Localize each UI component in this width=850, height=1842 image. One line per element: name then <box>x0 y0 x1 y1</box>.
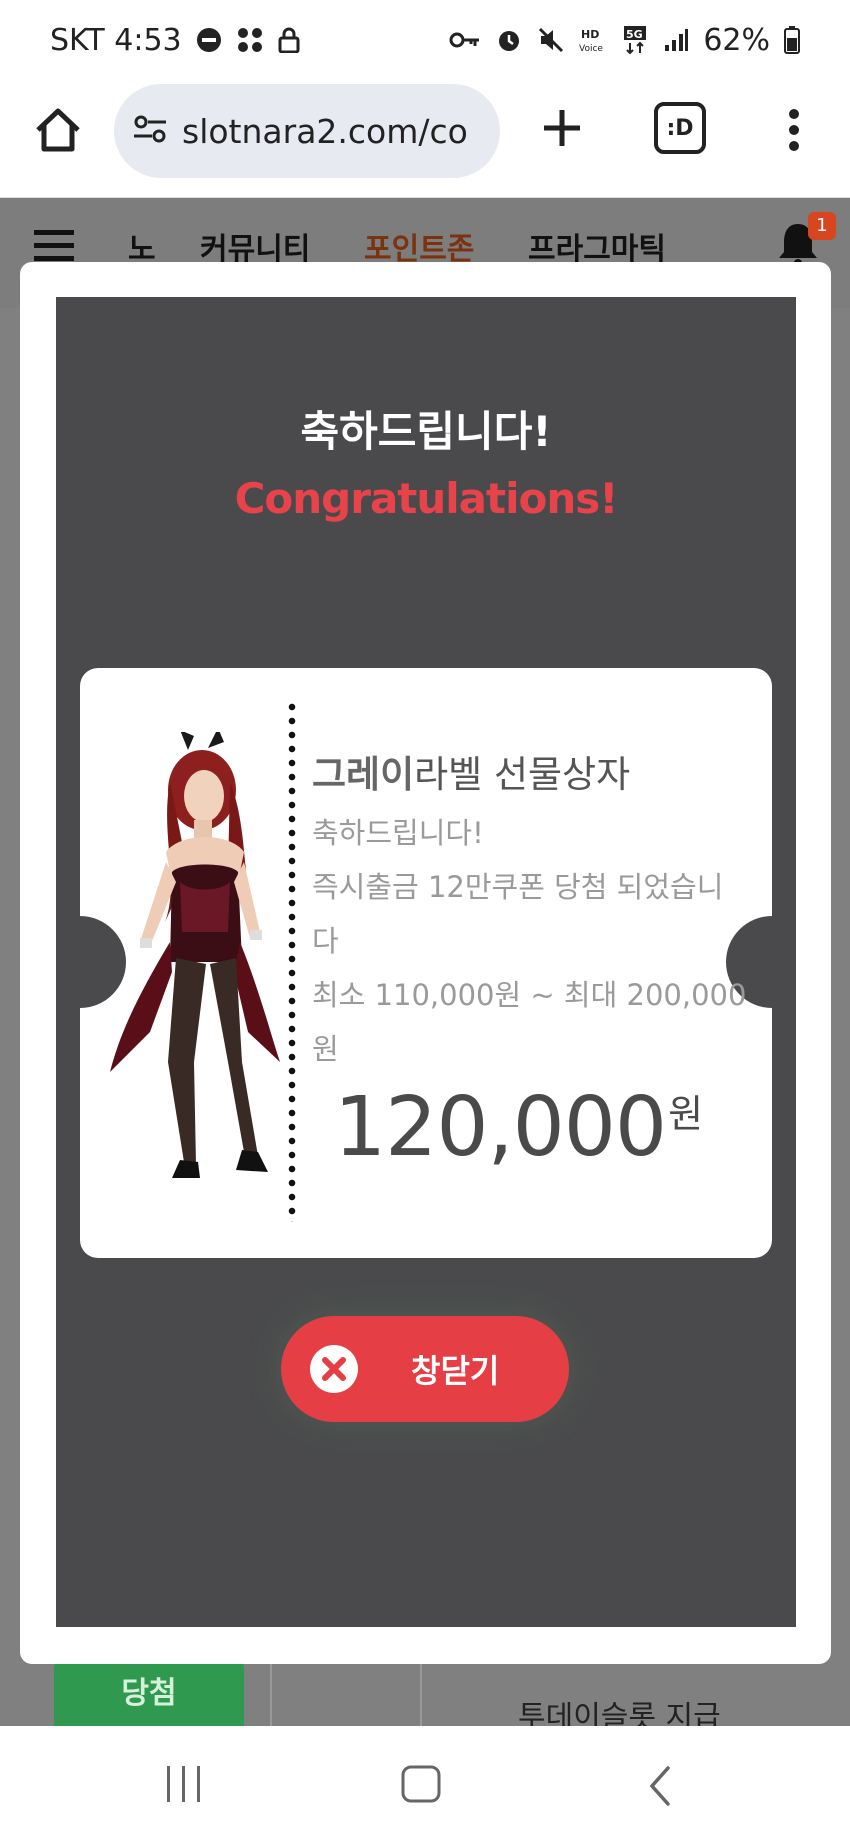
browser-toolbar: slotnara2.com/co :D <box>0 80 850 198</box>
coupon-message-line: 다 <box>312 924 339 958</box>
key-icon <box>449 30 481 50</box>
modal-title-english: Congratulations! <box>234 474 619 523</box>
character-illustration <box>110 728 310 1192</box>
alarm-icon <box>495 26 523 54</box>
close-modal-button[interactable]: 창닫기 <box>281 1316 569 1422</box>
recents-icon[interactable] <box>164 1766 204 1802</box>
notification-badge: 1 <box>808 212 836 240</box>
coupon-amount-value: 120,000 <box>334 1080 667 1175</box>
battery-icon <box>784 26 800 54</box>
dnd-icon <box>196 27 222 53</box>
mute-icon <box>537 26 565 54</box>
address-bar[interactable]: slotnara2.com/co <box>114 84 500 178</box>
coupon-range-line: 최소 110,000원 ~ 최대 200,000 <box>312 978 747 1012</box>
coupon-message-line: 즉시출금 12만쿠폰 당첨 되었습니 <box>312 870 724 904</box>
coupon-title-rest: 라벨 선물상자 <box>414 753 631 796</box>
svg-text:HD: HD <box>581 28 599 41</box>
coupon-amount: 120,000원 <box>334 1080 703 1175</box>
tab-switcher-button[interactable]: :D <box>654 102 706 154</box>
coupon-amount-unit: 원 <box>668 1091 703 1136</box>
battery-percent: 62% <box>703 22 770 58</box>
system-nav-bar <box>0 1726 850 1842</box>
hd-voice-icon: HD Voice <box>579 26 609 54</box>
network-5g-icon: 5G <box>623 25 649 55</box>
url-text: slotnara2.com/co <box>182 111 468 151</box>
hamburger-menu-icon[interactable] <box>34 228 74 264</box>
back-icon[interactable] <box>646 1764 674 1808</box>
coupon-message-line: 축하드립니다! <box>312 816 484 850</box>
app-notification-icon <box>236 27 264 53</box>
svg-text:Voice: Voice <box>579 44 603 54</box>
coupon-range-line: 원 <box>312 1032 339 1066</box>
lock-icon <box>278 27 300 53</box>
modal-title-korean: 축하드립니다! <box>300 407 552 456</box>
coupon-title: 그레이라벨 선물상자 <box>312 744 630 798</box>
coupon-title-highlight: 그레이 <box>312 753 415 796</box>
svg-text:5G: 5G <box>626 28 643 41</box>
more-menu-icon[interactable] <box>774 100 814 160</box>
close-modal-label: 창닫기 <box>411 1352 500 1390</box>
coupon-card: 그레이라벨 선물상자 축하드립니다! 즉시출금 12만쿠폰 당첨 되었습니 다 … <box>80 668 772 1258</box>
site-settings-icon[interactable] <box>132 114 168 148</box>
home-icon[interactable] <box>30 102 86 158</box>
new-tab-icon[interactable] <box>534 100 590 156</box>
carrier-time: SKT 4:53 <box>50 22 182 58</box>
system-home-icon[interactable] <box>400 1764 444 1804</box>
close-icon <box>309 1344 359 1394</box>
status-bar: SKT 4:53 HD Voice 5G 62% <box>0 0 850 80</box>
signal-icon <box>663 27 689 53</box>
